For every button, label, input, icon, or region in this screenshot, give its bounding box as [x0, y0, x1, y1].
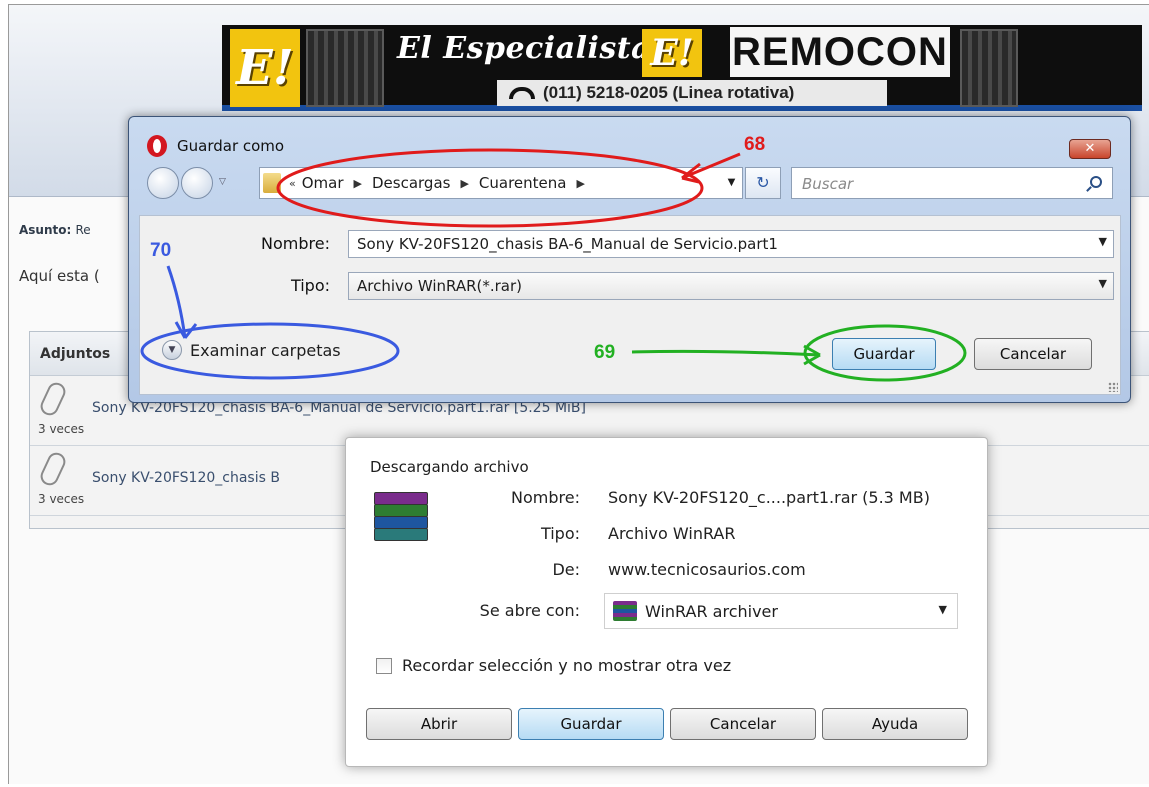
download-count: 3 veces	[38, 492, 85, 506]
save-dialog-body: Nombre: Sony KV-20FS120_chasis BA-6_Manu…	[139, 215, 1121, 395]
dialog-title: Guardar como	[177, 137, 285, 155]
chevron-right-icon[interactable]: ▶	[354, 177, 362, 190]
chevron-down-icon[interactable]: ▼	[1099, 235, 1107, 248]
save-as-dialog: Guardar como ✕ ▽ « Omar ▶ Descargas ▶ Cu…	[128, 116, 1131, 403]
paperclip-icon	[37, 379, 69, 419]
chevron-down-icon[interactable]: ▼	[162, 340, 182, 360]
save-button[interactable]: Guardar	[518, 708, 664, 740]
download-count: 3 veces	[38, 422, 85, 436]
remocon-logo: REMOCON	[730, 27, 950, 77]
phone-number: (011) 5218-0205 (Linea rotativa)	[497, 80, 887, 106]
winrar-icon	[613, 601, 637, 621]
chevron-down-icon[interactable]: ▼	[721, 167, 743, 199]
post-text: Aquí esta (	[19, 267, 100, 285]
open-with-select[interactable]: WinRAR archiver ▼	[604, 593, 958, 629]
remember-choice[interactable]: Recordar selección y no mostrar otra vez	[376, 656, 731, 675]
advertising-banner[interactable]: E! El Especialista! E! REMOCON (011) 521…	[222, 25, 1142, 111]
file-name: Sony KV-20FS120_c....part1.rar (5.3 MB)	[608, 488, 930, 507]
open-with-label: Se abre con:	[479, 601, 580, 620]
breadcrumb-omar[interactable]: Omar	[302, 174, 344, 192]
download-dialog: Descargando archivo Nombre: Sony KV-20FS…	[345, 437, 988, 767]
file-source: www.tecnicosaurios.com	[608, 560, 806, 579]
opera-icon	[147, 135, 167, 157]
banner-title: El Especialista!	[397, 31, 665, 66]
remember-checkbox[interactable]	[376, 657, 392, 674]
e-logo-small: E!	[642, 29, 702, 77]
e-logo: E!	[230, 29, 300, 107]
name-label: Nombre:	[261, 234, 330, 253]
folder-icon	[263, 173, 281, 193]
annotation-number-68: 68	[744, 134, 766, 155]
address-breadcrumb[interactable]: « Omar ▶ Descargas ▶ Cuarentena ▶	[259, 167, 737, 199]
file-type: Archivo WinRAR	[608, 524, 736, 543]
filename-field[interactable]: Sony KV-20FS120_chasis BA-6_Manual de Se…	[348, 230, 1114, 258]
help-button[interactable]: Ayuda	[822, 708, 968, 740]
annotation-number-70: 70	[150, 240, 172, 261]
remote-image-2	[960, 29, 1018, 107]
save-button[interactable]: Guardar	[832, 338, 936, 370]
cancel-button[interactable]: Cancelar	[974, 338, 1092, 370]
from-label: De:	[552, 560, 580, 579]
name-label: Nombre:	[511, 488, 580, 507]
breadcrumb-cuarentena[interactable]: Cuarentena	[479, 174, 567, 192]
open-button[interactable]: Abrir	[366, 708, 512, 740]
forward-button[interactable]	[181, 167, 213, 199]
breadcrumb-descargas[interactable]: Descargas	[372, 174, 450, 192]
back-button[interactable]	[147, 167, 179, 199]
recent-pages-dropdown[interactable]: ▽	[219, 177, 226, 187]
resize-grip-icon[interactable]	[1108, 382, 1118, 392]
chevron-down-icon[interactable]: ▼	[939, 603, 947, 616]
close-button[interactable]: ✕	[1069, 139, 1111, 159]
filetype-select[interactable]: Archivo WinRAR(*.rar) ▼	[348, 272, 1114, 300]
remote-image	[306, 29, 384, 107]
dialog-title: Descargando archivo	[370, 458, 529, 476]
phone-icon	[509, 87, 535, 99]
browse-folders-toggle[interactable]: ▼ Examinar carpetas	[162, 340, 341, 360]
search-input[interactable]: Buscar	[791, 167, 1113, 199]
chevron-right-icon[interactable]: ▶	[460, 177, 468, 190]
refresh-icon[interactable]: ↻	[745, 167, 781, 199]
chevron-left-icon[interactable]: «	[289, 177, 296, 190]
search-icon[interactable]	[1090, 176, 1102, 188]
type-label: Tipo:	[290, 276, 330, 295]
attachment-link[interactable]: Sony KV-20FS120_chasis B	[92, 470, 280, 486]
chevron-right-icon[interactable]: ▶	[576, 177, 584, 190]
paperclip-icon	[37, 449, 69, 489]
type-label: Tipo:	[540, 524, 580, 543]
cancel-button[interactable]: Cancelar	[670, 708, 816, 740]
annotation-number-69: 69	[594, 342, 616, 363]
post-subject: Asunto: Re	[19, 223, 91, 237]
chevron-down-icon[interactable]: ▼	[1099, 277, 1107, 290]
